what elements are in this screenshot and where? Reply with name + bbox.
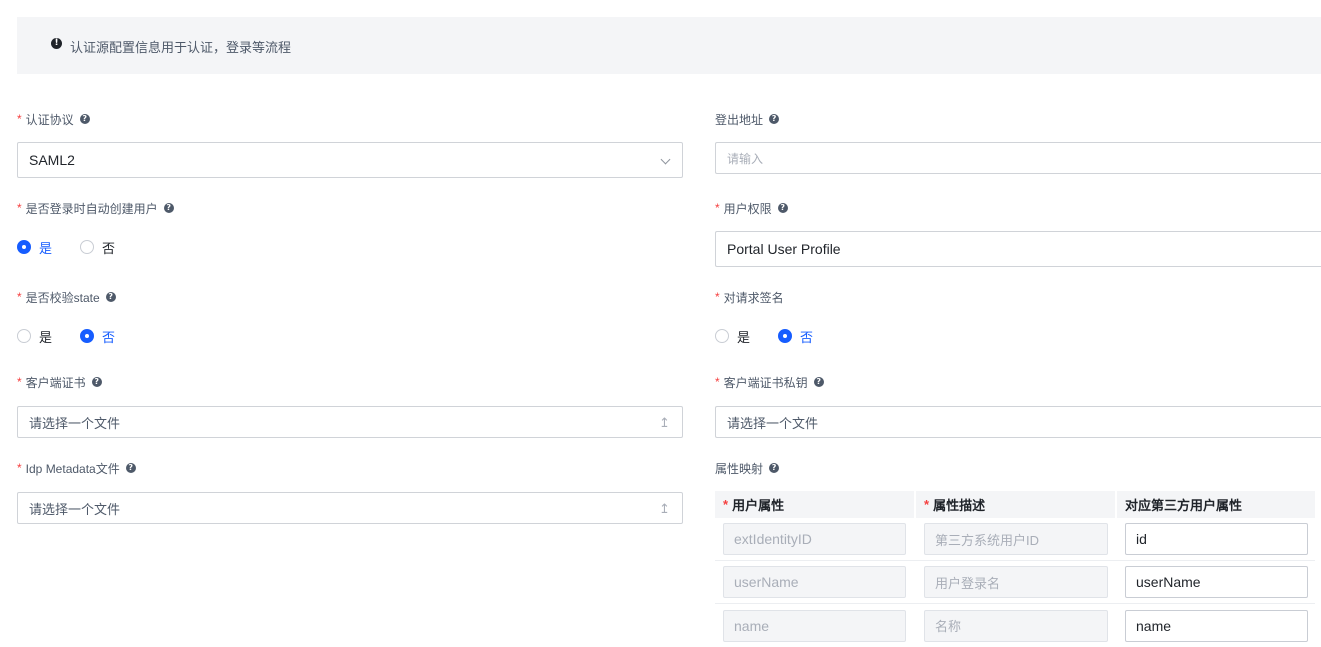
- logout-url-label: 登出地址 ?: [715, 112, 780, 127]
- third-party-attr-input[interactable]: id: [1125, 523, 1308, 555]
- third-party-attr-input[interactable]: userName: [1125, 566, 1308, 598]
- third-party-attr-input[interactable]: name: [1125, 609, 1308, 642]
- header-user-attr: * 用户属性: [715, 491, 916, 518]
- permission-select[interactable]: Portal User Profile: [715, 231, 1321, 267]
- question-icon[interactable]: ?: [163, 203, 174, 213]
- question-icon[interactable]: ?: [79, 114, 90, 124]
- logout-url-placeholder: 请输入: [727, 151, 764, 166]
- question-icon[interactable]: ?: [769, 114, 780, 124]
- upload-icon[interactable]: ↥: [659, 501, 670, 517]
- radio-dot: [80, 329, 95, 343]
- client-cert-label: * 客户端证书 ?: [17, 375, 102, 390]
- radio-dot: [17, 240, 31, 254]
- question-icon[interactable]: ?: [813, 377, 824, 387]
- verify-state-radio-group: 是 否: [17, 327, 143, 346]
- permission-label: * 用户权限 ?: [715, 201, 788, 216]
- protocol-select[interactable]: SAML2: [17, 142, 683, 178]
- idp-metadata-upload[interactable]: 请选择一个文件 ↥: [17, 492, 683, 524]
- radio-dot: [778, 329, 793, 343]
- auto-create-label: * 是否登录时自动创建用户 ?: [17, 201, 174, 216]
- verify-state-label: * 是否校验state ?: [17, 290, 116, 305]
- table-row: userName 用户登录名 userName: [715, 561, 1315, 604]
- info-alert: ! 认证源配置信息用于认证，登录等流程: [17, 17, 1321, 74]
- table-row: extIdentityID 第三方系统用户ID id: [715, 518, 1315, 561]
- table-row: name 名称 name: [715, 604, 1315, 647]
- sign-request-no-radio[interactable]: 否: [778, 327, 813, 346]
- header-third-party-attr: 对应第三方用户属性: [1125, 498, 1243, 513]
- auto-create-radio-group: 是 否: [17, 238, 143, 257]
- client-key-label: * 客户端证书私钥 ?: [715, 375, 824, 390]
- client-key-upload[interactable]: 请选择一个文件: [715, 406, 1321, 438]
- user-attr-input: extIdentityID: [723, 523, 906, 555]
- question-icon[interactable]: ?: [777, 203, 788, 213]
- logout-url-input[interactable]: 请输入: [715, 142, 1321, 174]
- radio-dot: [80, 240, 95, 254]
- question-icon[interactable]: ?: [125, 463, 136, 473]
- protocol-value: SAML2: [29, 152, 75, 168]
- attr-desc-input: 名称: [924, 609, 1108, 642]
- question-icon[interactable]: ?: [105, 292, 116, 302]
- idp-metadata-file-text: 请选择一个文件: [29, 501, 121, 517]
- question-icon[interactable]: ?: [91, 377, 102, 387]
- chevron-down-icon: [660, 154, 671, 165]
- header-attr-desc: * 属性描述: [916, 491, 1117, 518]
- client-cert-file-text: 请选择一个文件: [29, 415, 121, 431]
- user-attr-input: userName: [723, 566, 906, 598]
- attr-mapping-label: 属性映射 ?: [715, 461, 780, 476]
- client-key-file-text: 请选择一个文件: [727, 415, 819, 431]
- protocol-label: * 认证协议 ?: [17, 112, 90, 127]
- idp-metadata-label: * Idp Metadata文件 ?: [17, 461, 136, 476]
- sign-request-label: * 对请求签名: [715, 290, 784, 305]
- client-cert-upload[interactable]: 请选择一个文件 ↥: [17, 406, 683, 438]
- attr-desc-input: 第三方系统用户ID: [924, 523, 1108, 555]
- auto-create-yes-radio[interactable]: 是: [17, 238, 52, 257]
- verify-state-yes-radio[interactable]: 是: [17, 327, 52, 346]
- user-attr-input: name: [723, 609, 906, 642]
- permission-value: Portal User Profile: [727, 241, 841, 257]
- upload-icon[interactable]: ↥: [659, 415, 670, 431]
- attr-desc-input: 用户登录名: [924, 566, 1108, 598]
- sign-request-radio-group: 是 否: [715, 327, 841, 346]
- alert-text: 认证源配置信息用于认证，登录等流程: [70, 40, 292, 55]
- radio-dot: [715, 329, 729, 343]
- sign-request-yes-radio[interactable]: 是: [715, 327, 750, 346]
- attr-mapping-table: * 用户属性 * 属性描述 对应第三方用户属性 extIdentityID 第三…: [715, 491, 1315, 647]
- verify-state-no-radio[interactable]: 否: [80, 327, 115, 346]
- exclamation-icon: !: [51, 38, 62, 49]
- question-icon[interactable]: ?: [769, 463, 780, 473]
- table-header: * 用户属性 * 属性描述 对应第三方用户属性: [715, 491, 1315, 518]
- auto-create-no-radio[interactable]: 否: [80, 238, 115, 257]
- radio-dot: [17, 329, 31, 343]
